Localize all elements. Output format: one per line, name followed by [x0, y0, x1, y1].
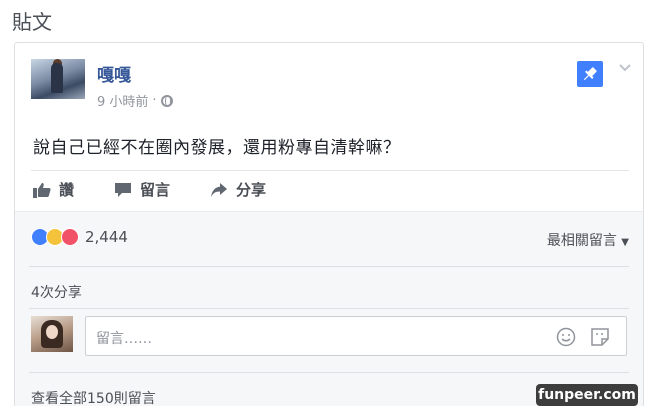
thumbs-up-icon: [33, 182, 51, 198]
comment-placeholder: 留言……: [96, 331, 152, 347]
avatar-figure: [51, 63, 63, 93]
comment-sort-dropdown[interactable]: 最相關留言 ▼: [547, 230, 629, 250]
chevron-down-icon[interactable]: [617, 59, 633, 75]
meta-separator: ·: [152, 93, 157, 108]
share-count[interactable]: 4次分享: [31, 282, 82, 302]
post-actions: 讚 留言 分享: [33, 179, 266, 200]
post-meta: 9 小時前 ·: [97, 91, 173, 110]
author-avatar[interactable]: [31, 59, 85, 99]
reactions-divider: [29, 266, 629, 267]
caret-down-icon: ▼: [621, 237, 629, 248]
reaction-count: 2,444: [85, 228, 128, 246]
author-name[interactable]: 嘎嘎: [97, 61, 131, 86]
post-time[interactable]: 9 小時前: [97, 91, 148, 110]
site-watermark: funpeer.com: [536, 384, 638, 406]
shares-divider: [29, 308, 629, 309]
love-reaction-icon: [61, 228, 79, 246]
post-text: 說自己已經不在圈內發展，還用粉專自清幹嘛？: [33, 138, 401, 158]
feedback-section: 2,444 最相關留言 ▼ 4次分享 留言…… 查看全部150則留言: [15, 211, 643, 406]
section-title: 貼文: [12, 10, 52, 34]
like-button[interactable]: 讚: [33, 179, 74, 200]
share-button[interactable]: 分享: [210, 179, 266, 200]
comment-input[interactable]: 留言……: [85, 316, 627, 356]
emoji-icon[interactable]: [556, 327, 576, 347]
share-label: 分享: [236, 181, 267, 199]
actions-divider-top: [31, 170, 629, 171]
avatar-face: [46, 325, 58, 339]
post-card: 嘎嘎 9 小時前 · 說自己已經不在圈內發展，還用粉專自清幹嘛？ 讚 留言 分享…: [14, 42, 644, 406]
like-label: 讚: [59, 181, 75, 199]
comment-label: 留言: [140, 181, 171, 199]
sticker-icon[interactable]: [590, 327, 610, 347]
comment-divider: [29, 372, 629, 373]
comment-button[interactable]: 留言: [114, 179, 170, 200]
commenter-avatar[interactable]: [31, 316, 73, 352]
pin-icon[interactable]: [577, 61, 603, 87]
view-all-comments-link[interactable]: 查看全部150則留言: [31, 388, 156, 406]
globe-icon: [160, 94, 173, 107]
comment-icon: [115, 182, 132, 197]
share-arrow-icon: [211, 182, 228, 197]
reactions-summary[interactable]: 2,444: [31, 228, 128, 246]
sort-label: 最相關留言: [546, 233, 617, 249]
